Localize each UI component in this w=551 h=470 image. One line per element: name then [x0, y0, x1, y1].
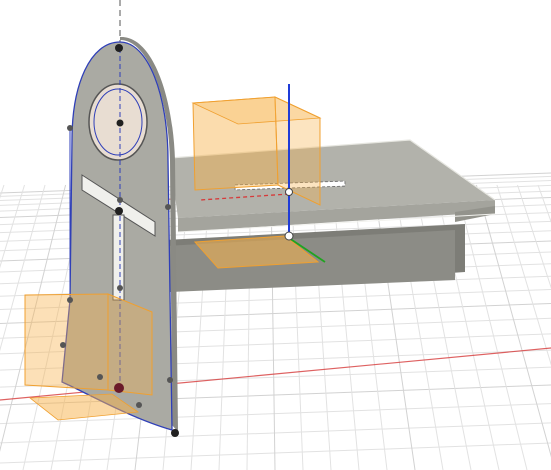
- axis-handle-icon[interactable]: [285, 188, 293, 196]
- sketch-point-icon[interactable]: [165, 204, 171, 210]
- sketch-point-icon[interactable]: [136, 402, 142, 408]
- sketch-point-icon[interactable]: [97, 374, 103, 380]
- grid-line: [332, 184, 360, 470]
- grid-line: [455, 184, 528, 470]
- sketch-point-icon[interactable]: [115, 44, 123, 52]
- grid-line: [0, 184, 5, 199]
- 3d-viewport[interactable]: [0, 0, 551, 470]
- grid-line: [0, 184, 25, 269]
- sketch-point-icon[interactable]: [116, 119, 124, 127]
- sketch-point-icon[interactable]: [67, 125, 73, 131]
- origin-point-icon[interactable]: [284, 231, 294, 241]
- grid-line: [517, 184, 551, 289]
- sketch-point-icon[interactable]: [167, 377, 173, 383]
- grid-line: [311, 184, 332, 470]
- sketch-point-icon[interactable]: [171, 429, 179, 437]
- sketch-point-icon[interactable]: [117, 197, 123, 203]
- sketch-point-icon[interactable]: [67, 297, 73, 303]
- sketch-point-icon[interactable]: [117, 285, 123, 291]
- sketch-point-icon[interactable]: [114, 383, 124, 393]
- grid-line: [0, 422, 551, 444]
- sketch-point-icon[interactable]: [115, 207, 123, 215]
- grid-line: [270, 184, 276, 470]
- sketch-point-icon[interactable]: [60, 342, 66, 348]
- modeling-canvas[interactable]: [0, 0, 551, 470]
